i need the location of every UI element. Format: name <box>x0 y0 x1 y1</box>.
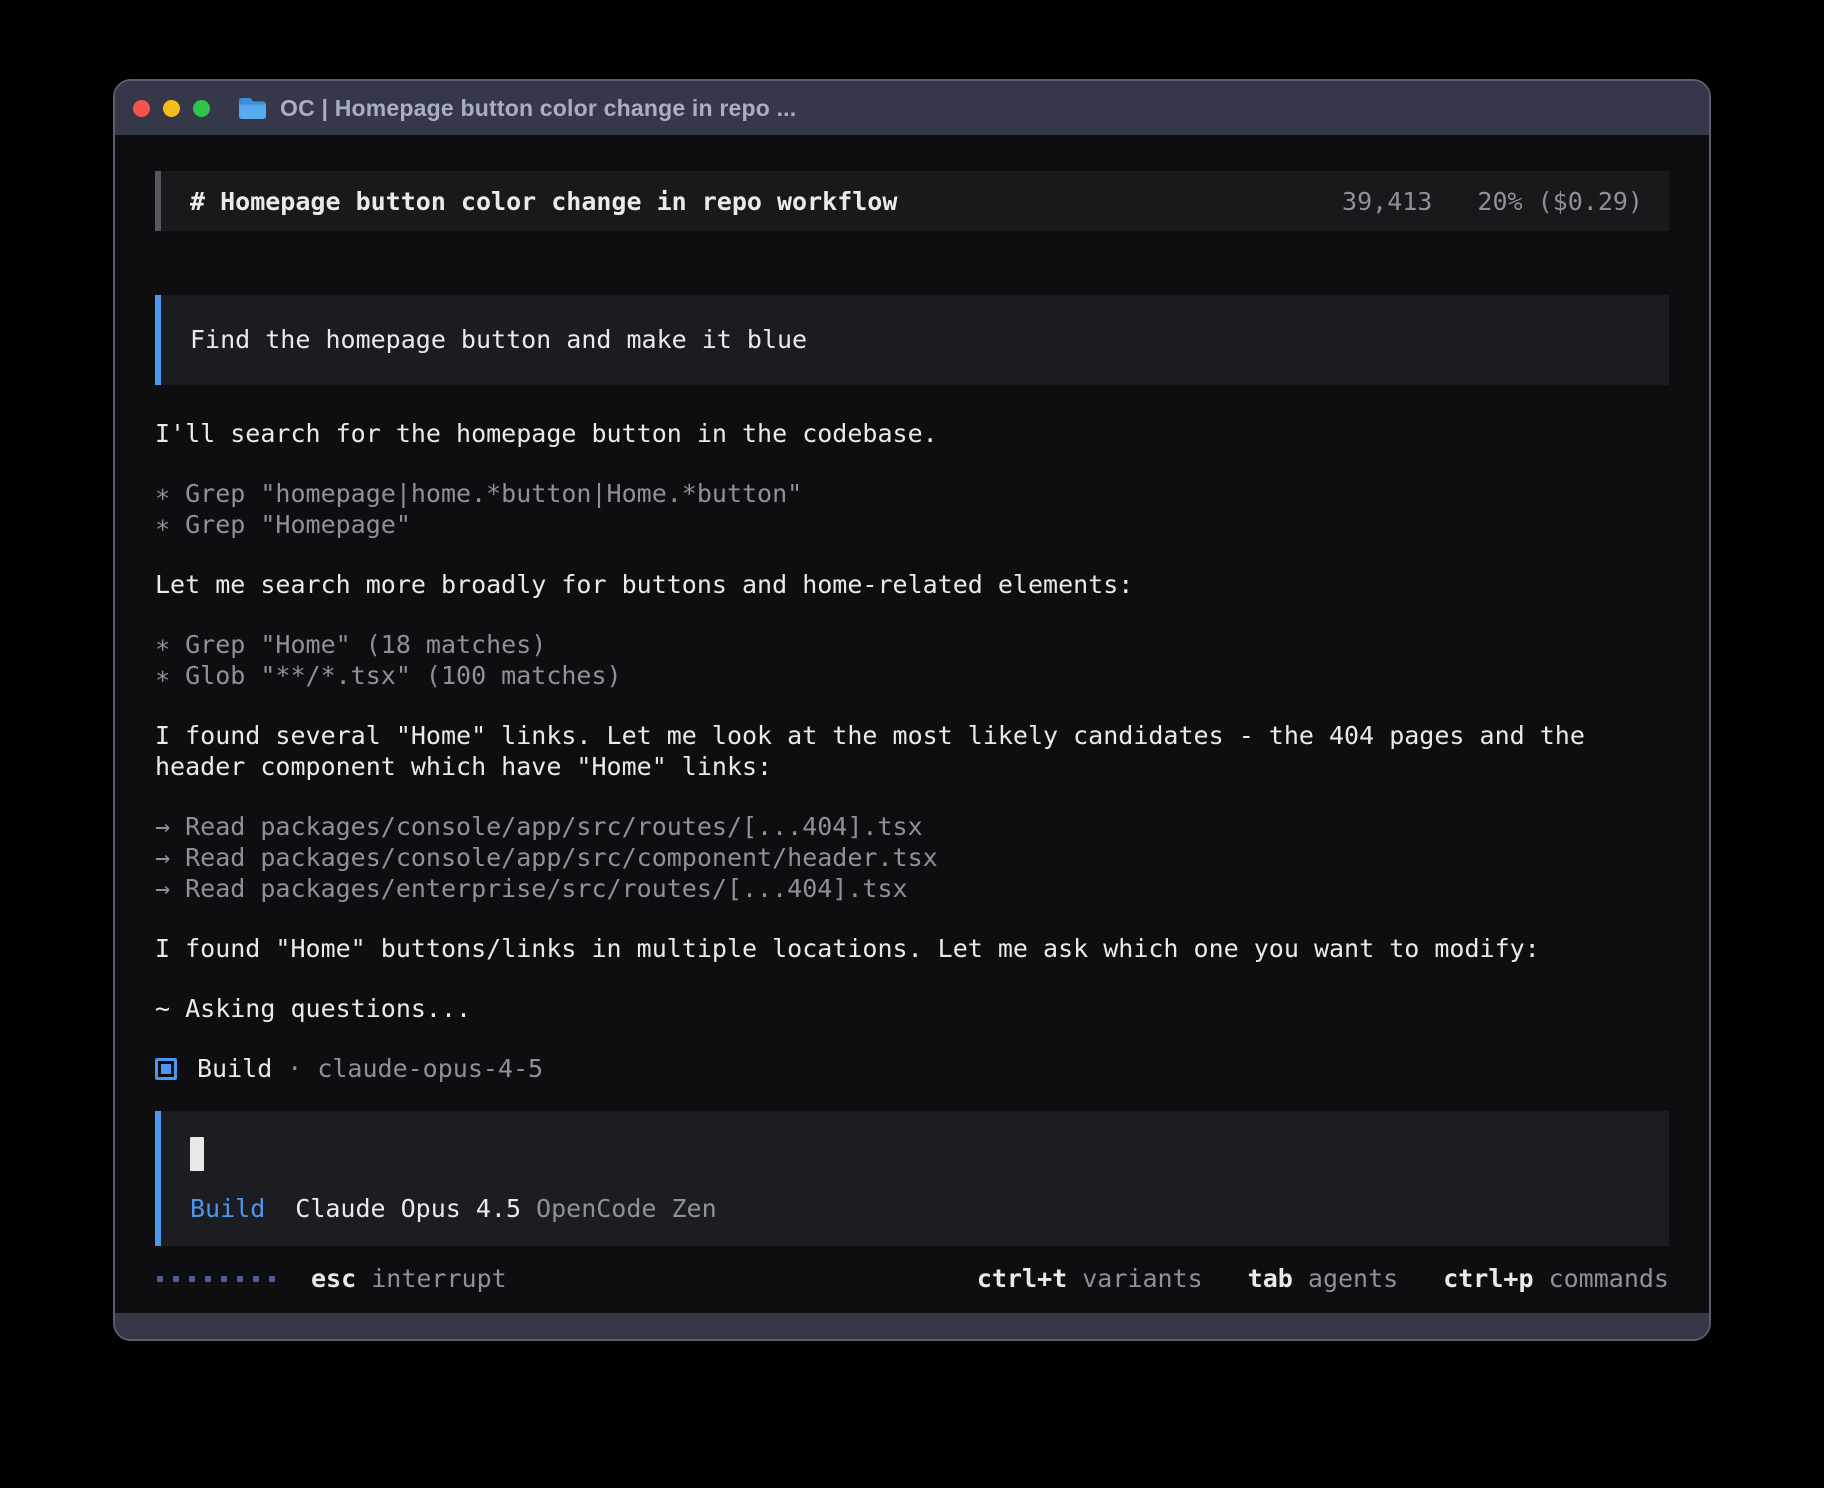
maximize-button[interactable] <box>193 100 210 117</box>
window-title: OC | Homepage button color change in rep… <box>280 95 796 122</box>
shortcut-variants: ctrl+t variants <box>977 1263 1203 1294</box>
tool-call-read: → Read packages/enterprise/src/routes/[.… <box>155 873 1669 904</box>
tool-call-grep: ∗ Grep "Home" (18 matches) <box>155 629 1669 660</box>
assistant-text: Let me search more broadly for buttons a… <box>155 569 1669 600</box>
agent-name: Build <box>197 1053 272 1084</box>
status-line: ~ Asking questions... <box>155 993 1669 1024</box>
user-message: Find the homepage button and make it blu… <box>155 295 1669 385</box>
agent-status-row: Build · claude-opus-4-5 <box>155 1053 1669 1084</box>
input-model-label[interactable]: Claude Opus 4.5 <box>295 1194 521 1223</box>
context-usage: 20% ($0.29) <box>1477 187 1643 216</box>
key-ctrl-t: ctrl+t <box>977 1264 1067 1293</box>
assistant-paragraph: I found "Home" buttons/links in multiple… <box>155 933 1669 964</box>
terminal-content: # Homepage button color change in repo w… <box>115 135 1709 1313</box>
shortcut-agents: tab agents <box>1248 1263 1399 1294</box>
user-message-text: Find the homepage button and make it blu… <box>190 325 807 354</box>
tool-call-group: ∗ Grep "homepage|home.*button|Home.*butt… <box>155 478 1669 540</box>
tool-call-read: → Read packages/console/app/src/routes/[… <box>155 811 1669 842</box>
label-commands: commands <box>1549 1264 1669 1293</box>
close-button[interactable] <box>133 100 150 117</box>
assistant-text: I'll search for the homepage button in t… <box>155 418 1669 449</box>
tool-call-group: ∗ Grep "Home" (18 matches) ∗ Glob "**/*.… <box>155 629 1669 691</box>
tool-call-grep: ∗ Grep "Homepage" <box>155 509 1669 540</box>
window-bottom-bar <box>115 1313 1709 1339</box>
assistant-text: I found several "Home" links. Let me loo… <box>155 720 1669 782</box>
tool-call-read: → Read packages/console/app/src/componen… <box>155 842 1669 873</box>
label-variants: variants <box>1082 1264 1202 1293</box>
input-meta-row: Build Claude Opus 4.5 OpenCode Zen <box>190 1193 1641 1224</box>
shortcut-commands: ctrl+p commands <box>1443 1263 1669 1294</box>
tool-call-group: → Read packages/console/app/src/routes/[… <box>155 811 1669 904</box>
status-footer: esc interrupt ctrl+t variants tab agents… <box>155 1263 1669 1294</box>
key-esc: esc <box>311 1264 356 1293</box>
prompt-input[interactable]: Build Claude Opus 4.5 OpenCode Zen <box>155 1111 1669 1246</box>
dot-separator: · <box>287 1053 302 1084</box>
agent-build-icon <box>155 1058 177 1080</box>
input-provider-label: OpenCode Zen <box>536 1194 717 1223</box>
tool-call-glob: ∗ Glob "**/*.tsx" (100 matches) <box>155 660 1669 691</box>
terminal-window: OC | Homepage button color change in rep… <box>113 79 1711 1341</box>
session-title: # Homepage button color change in repo w… <box>190 186 897 217</box>
label-interrupt: interrupt <box>371 1264 506 1293</box>
label-agents: agents <box>1308 1264 1398 1293</box>
minimize-button[interactable] <box>163 100 180 117</box>
folder-icon <box>237 96 268 121</box>
shortcut-interrupt: esc interrupt <box>311 1263 507 1294</box>
session-header: # Homepage button color change in repo w… <box>155 171 1669 231</box>
shortcut-hints: ctrl+t variants tab agents ctrl+p comman… <box>932 1263 1669 1294</box>
titlebar: OC | Homepage button color change in rep… <box>115 81 1709 135</box>
text-cursor <box>190 1137 204 1171</box>
assistant-paragraph: Let me search more broadly for buttons a… <box>155 569 1669 600</box>
assistant-paragraph: I'll search for the homepage button in t… <box>155 418 1669 449</box>
session-stats: 39,413 20% ($0.29) <box>1312 186 1643 217</box>
assistant-paragraph: I found several "Home" links. Let me loo… <box>155 720 1669 782</box>
key-tab: tab <box>1248 1264 1293 1293</box>
key-ctrl-p: ctrl+p <box>1443 1264 1533 1293</box>
assistant-text: I found "Home" buttons/links in multiple… <box>155 933 1669 964</box>
agent-model: claude-opus-4-5 <box>317 1053 543 1084</box>
status-text: ~ Asking questions... <box>155 993 1669 1024</box>
input-agent-label[interactable]: Build <box>190 1194 265 1223</box>
token-count: 39,413 <box>1342 187 1432 216</box>
tool-call-grep: ∗ Grep "homepage|home.*button|Home.*butt… <box>155 478 1669 509</box>
working-indicator-dots <box>157 1276 285 1282</box>
